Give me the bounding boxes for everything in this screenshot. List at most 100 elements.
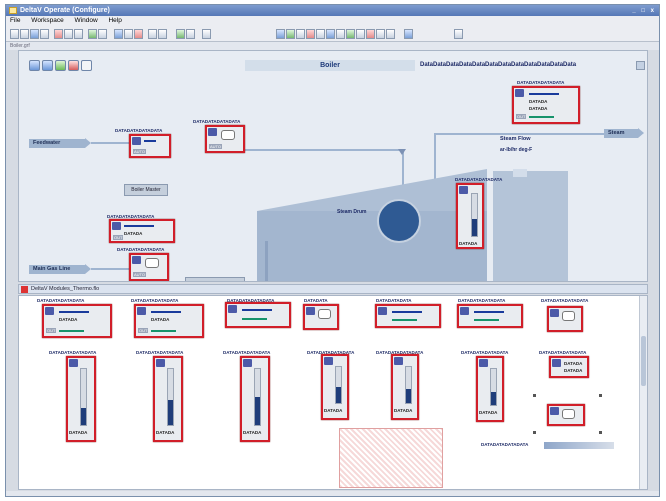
selection-handle[interactable] — [599, 394, 602, 397]
faceplate[interactable]: DATADA DATADA — [549, 356, 589, 378]
shield-icon — [132, 137, 141, 145]
chart-icon[interactable] — [148, 29, 157, 39]
faceplate[interactable]: DATADA OUT — [134, 304, 204, 338]
tool-icon[interactable] — [202, 29, 211, 39]
tool-icon[interactable] — [404, 29, 413, 39]
stack — [493, 171, 568, 281]
faceplate[interactable] — [547, 306, 583, 332]
faceplate[interactable]: DATADA DATADA OUT — [512, 86, 580, 124]
faceplate[interactable] — [303, 304, 339, 330]
level-bar — [490, 368, 497, 406]
out-bar — [59, 330, 84, 332]
level-bar — [405, 366, 412, 404]
vertical-scrollbar[interactable] — [639, 296, 647, 489]
steam-pipe — [434, 133, 604, 135]
document-tab[interactable]: Boiler.grf — [6, 42, 659, 50]
panel-icon — [21, 286, 28, 293]
selection-handle[interactable] — [599, 431, 602, 434]
boiler-diagram: Boiler DataDataDataDataDataDataDataDataD… — [18, 50, 648, 282]
help-icon[interactable] — [114, 29, 123, 39]
menu-file[interactable]: File — [10, 17, 20, 24]
zoom-icon[interactable] — [158, 29, 167, 39]
forward-icon[interactable] — [42, 60, 53, 71]
out-bar — [474, 319, 499, 321]
tool-icon[interactable] — [98, 29, 107, 39]
app-icon — [9, 7, 17, 14]
tool-icon[interactable] — [186, 29, 195, 39]
tool-icon[interactable] — [346, 29, 355, 39]
menu-help[interactable]: Help — [108, 17, 121, 24]
faceplate[interactable]: AUTO — [205, 125, 245, 153]
window-icon[interactable] — [636, 61, 645, 70]
out-badge: OUT — [516, 114, 527, 119]
faceplate[interactable]: DATADA — [456, 183, 484, 249]
faceplate[interactable]: AUTO — [129, 253, 169, 281]
cut-icon[interactable] — [54, 29, 63, 39]
faceplate[interactable] — [375, 304, 441, 328]
tool-icon[interactable] — [306, 29, 315, 39]
faceplate[interactable]: DATADA — [240, 356, 270, 442]
faceplate[interactable]: DATADA OUT — [109, 219, 175, 243]
open-icon[interactable] — [20, 29, 29, 39]
shield-icon — [394, 357, 403, 365]
faceplate[interactable]: DATADA — [321, 354, 349, 420]
back-icon[interactable] — [29, 60, 40, 71]
panel-title-bar[interactable]: DeltaV Modules_Thermo.flo — [18, 284, 648, 294]
print-icon[interactable] — [40, 29, 49, 39]
tool-icon[interactable] — [286, 29, 295, 39]
tool-icon[interactable] — [356, 29, 365, 39]
shield-icon — [479, 359, 488, 367]
selection-handle[interactable] — [533, 431, 536, 434]
faceplate[interactable] — [225, 302, 291, 328]
shield-icon — [243, 359, 252, 367]
boiler-detail — [265, 241, 268, 281]
scroll-thumb[interactable] — [641, 336, 646, 386]
faceplate[interactable]: DATADA OUT — [42, 304, 112, 338]
steam-drum — [377, 199, 421, 243]
selection-handle[interactable] — [533, 394, 536, 397]
tool-icon[interactable] — [376, 29, 385, 39]
alarm-icon[interactable] — [68, 60, 79, 71]
page-icon[interactable] — [81, 60, 92, 71]
pv-bar — [392, 311, 422, 313]
faceplate-value: DATADA — [529, 99, 548, 104]
tool-icon[interactable] — [386, 29, 395, 39]
shield-icon — [460, 307, 469, 315]
pv-bar — [529, 93, 559, 95]
faceplate[interactable]: DATADA — [153, 356, 183, 442]
faceplate-value: DATADA — [459, 241, 478, 246]
tool-icon[interactable] — [316, 29, 325, 39]
faceplate[interactable]: DATADA — [66, 356, 96, 442]
grid-icon[interactable] — [176, 29, 185, 39]
faceplate[interactable]: AUTO — [129, 134, 171, 158]
tool-icon[interactable] — [296, 29, 305, 39]
application-window: DeltaV Operate (Configure) _ □ x File Wo… — [5, 4, 660, 497]
copy-icon[interactable] — [64, 29, 73, 39]
faceplate-title: DATADATADATADATA — [517, 80, 565, 85]
undo-icon[interactable] — [88, 29, 97, 39]
level-bar — [167, 368, 174, 426]
menu-window[interactable]: Window — [75, 17, 98, 24]
tool-icon[interactable] — [276, 29, 285, 39]
title-bar[interactable]: DeltaV Operate (Configure) _ □ x — [6, 5, 659, 16]
menu-workspace[interactable]: Workspace — [31, 17, 63, 24]
tool-icon[interactable] — [454, 29, 463, 39]
out-bar — [151, 330, 176, 332]
new-icon[interactable] — [10, 29, 19, 39]
tool-icon[interactable] — [336, 29, 345, 39]
boiler-master-box[interactable]: Boiler Master — [124, 184, 168, 196]
faceplate[interactable] — [457, 304, 523, 328]
paste-icon[interactable] — [74, 29, 83, 39]
save-icon[interactable] — [30, 29, 39, 39]
faceplate-value: DATADA — [394, 408, 413, 413]
faceplate[interactable] — [547, 404, 585, 426]
home-icon[interactable] — [55, 60, 66, 71]
shield-icon — [69, 359, 78, 367]
faceplate[interactable]: DATADA — [391, 354, 419, 420]
tool-icon[interactable] — [326, 29, 335, 39]
device-icon — [221, 130, 235, 140]
run-icon[interactable] — [124, 29, 133, 39]
tool-icon[interactable] — [366, 29, 375, 39]
stop-icon[interactable] — [134, 29, 143, 39]
faceplate[interactable]: DATADA — [476, 356, 504, 422]
